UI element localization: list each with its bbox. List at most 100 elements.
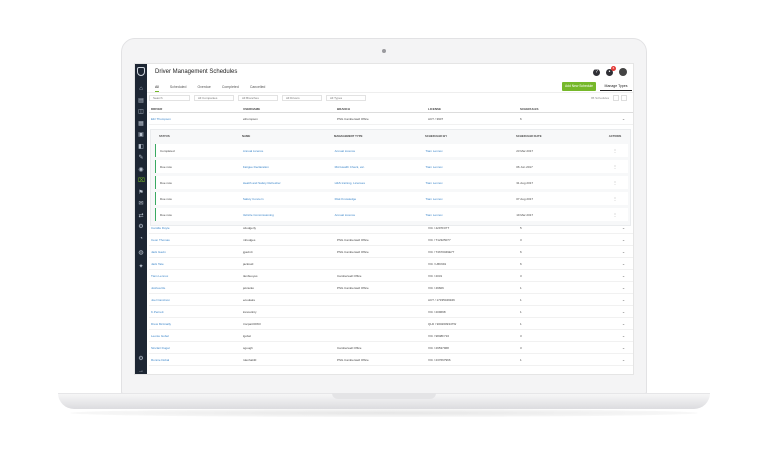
table-row[interactable]: Jack Tate jackreid VIC / LBK991 6 ⌄ [149,258,633,270]
management-type-link[interactable]: H&S training, Licenses [335,181,426,185]
schedule-name-link[interactable]: Fatigue Declaration [243,165,335,169]
more-actions-icon[interactable]: ⋮ [602,196,628,201]
management-type-link[interactable]: Mid Health Check, etc. [335,165,426,169]
filter-select[interactable]: All Drivers [282,95,322,101]
sidebar-nav-icon[interactable]: ⚑ [138,190,144,196]
management-type-link[interactable]: Risk Knowledge [335,197,426,201]
schedule-row[interactable]: Due now Health and Safety Refresher H&S tr… [155,176,628,189]
tab-completed[interactable]: Completed [222,85,239,92]
sidebar-nav-icon[interactable]: ▦ [138,121,144,127]
bell-icon[interactable]: • 6 [606,65,616,76]
sidebar-nav-icon[interactable]: ◍ [138,250,144,256]
driver-link[interactable]: Tiam Lennox [149,274,243,278]
sidebar-nav-icon[interactable]: ▤ [138,98,144,104]
more-actions-icon[interactable]: ⋮ [602,164,628,169]
add-schedule-button[interactable]: Add New Schedule [562,82,596,91]
chevron-down-icon[interactable]: ⌄ [614,345,633,350]
tab-all[interactable]: All [155,85,159,92]
help-icon[interactable]: ? [593,68,600,76]
chevron-down-icon[interactable]: ⌄ [614,273,633,278]
driver-link[interactable]: Leonie Gobel [149,334,243,338]
driver-link[interactable]: Sinclair Dugal [149,346,243,350]
chevron-down-icon[interactable]: ⌄ [614,261,633,266]
chevron-down-icon[interactable]: ⌄ [614,116,633,121]
sidebar-nav-icon[interactable]: ⇄ [138,213,144,219]
driver-link[interactable]: Jack Gavin [149,250,243,254]
table-row[interactable]: K.Pernett ksnoutinty VIC / 209698 1 ⌄ [149,306,633,318]
more-actions-icon[interactable]: ⋮ [602,148,628,153]
driver-link[interactable]: Drew McAnally [149,322,243,326]
driver-link[interactable]: Ceon Thomas [149,238,243,242]
schedule-row[interactable]: Due now Fatigue Declaration Mid Health Che… [155,160,628,173]
chevron-down-icon[interactable]: ⌄ [614,249,633,254]
filter-select[interactable]: All Branches [238,95,278,101]
management-type-link[interactable]: Annual Licence [335,149,426,153]
table-row[interactable]: Joel Cancinon ecoulaire ACT / 17335049946 1… [149,294,633,306]
table-row[interactable]: Joshua Re jeknuiko PSG Camberwell Office VI… [149,282,633,294]
more-actions-icon[interactable]: ⋮ [602,212,628,217]
schedule-name-link[interactable]: Safety Concern [243,197,335,201]
sidebar-nav-icon[interactable]: ⚙ [138,224,144,230]
chevron-down-icon[interactable]: ⌄ [614,297,633,302]
filter-select[interactable]: All Types [326,95,366,101]
sidebar-nav-icon[interactable]: ▣ [138,132,144,138]
driver-link[interactable]: Eliz Thompson [149,117,243,121]
table-row[interactable]: Eliz Thompson ethompson PSG Camberwell Off… [149,113,633,125]
table-row[interactable]: Jack Gavin jgavin4 PSG Camberwell Office VI… [149,246,633,258]
chevron-down-icon[interactable]: ⌄ [614,321,633,326]
sidebar-nav-icon[interactable]: ✎ [138,155,144,161]
table-row[interactable]: Sinclair Dugal sgough Camberwell Office VIC… [149,342,633,354]
chevron-down-icon[interactable]: ⌄ [614,285,633,290]
scheduled-by-link[interactable]: Tiam Lennox [425,197,516,201]
driver-link[interactable]: Camille Doyle [149,226,243,230]
scheduled-by-link[interactable]: Tiam Lennox [425,149,516,153]
more-actions-icon[interactable]: ⋮ [602,180,628,185]
table-row[interactable]: Tiam Lennox tlenbuoyes Camberwell Office VI… [149,270,633,282]
driver-link[interactable]: Joel Cancinon [149,298,243,302]
sidebar-nav-icon[interactable]: ◫ [138,109,144,115]
table-row[interactable]: Drew McAnally tmcpartIOW3 QLD / 9002609347… [149,318,633,330]
filter-select[interactable]: All Companies [194,95,234,101]
tab-scheduled[interactable]: Scheduled [170,85,187,92]
driver-link[interactable]: K.Pernett [149,310,243,314]
scheduled-by-link[interactable]: Tiam Lennox [425,165,516,169]
license-cell: VIC / 29537968 [428,345,449,350]
expanded-column-header: ACTIONS [608,134,622,138]
management-type-link[interactable]: Annual Licence [335,213,426,217]
table-row[interactable]: Ceon Thomas mhodges PSG Camberwell Office V… [149,234,633,246]
chevron-down-icon[interactable]: ⌄ [614,237,633,242]
sidebar-nav-icon[interactable]: ✦ [138,264,144,270]
schedule-row[interactable]: Completed Annual Licence Annual Licence Tia… [155,144,628,157]
sidebar-nav-icon[interactable]: ◔ [138,236,144,242]
manage-types-button[interactable]: Manage Types [600,82,632,91]
filter-bar: Search All Companies All Branches All Drive… [149,95,366,101]
sidebar-nav-icon[interactable]: ✉ [138,201,144,207]
scheduled-by-link[interactable]: Tiam Lennox [425,213,516,217]
list-view-icon[interactable] [613,95,619,101]
sidebar-nav-icon[interactable]: ⌂ [138,86,144,92]
chevron-down-icon[interactable]: ⌄ [614,357,633,362]
sidebar-nav-icon[interactable]: ⌧ [138,178,145,184]
schedule-row[interactable]: Due now Safety Concern Risk Knowledge Tiam … [155,192,628,205]
grid-view-icon[interactable] [621,95,627,101]
chevron-down-icon[interactable]: ⌄ [614,309,633,314]
sidebar-bottom-icon[interactable]: ⚙ [138,356,144,362]
sidebar-bottom-icon[interactable]: → [138,368,144,374]
schedule-name-link[interactable]: Vehicle Commissioning [243,213,335,217]
search-input[interactable]: Search [149,95,190,101]
schedule-name-link[interactable]: Health and Safety Refresher [243,181,335,185]
schedule-row[interactable]: Due now Vehicle Commissioning Annual Licen… [155,208,628,221]
avatar[interactable] [619,68,627,76]
driver-link[interactable]: Joshua Re [149,286,243,290]
scheduled-by-link[interactable]: Tiam Lennox [425,181,516,185]
table-row[interactable]: Ronnie Dobal rdenhal40 PSG Camberwell Offi… [149,354,633,366]
table-row[interactable]: Leonie Gobel lgobel VIC / 9848F716 3 ⌄ [149,330,633,342]
chevron-down-icon[interactable]: ⌄ [614,333,633,338]
sidebar-nav-icon[interactable]: ◧ [138,144,144,150]
driver-link[interactable]: Jack Tate [149,262,243,266]
schedule-name-link[interactable]: Annual Licence [243,149,335,153]
tab-cancelled[interactable]: Cancelled [250,85,266,92]
driver-link[interactable]: Ronnie Dobal [149,358,243,362]
sidebar-nav-icon[interactable]: ◉ [138,167,144,173]
tab-overdue[interactable]: Overdue [197,85,210,92]
